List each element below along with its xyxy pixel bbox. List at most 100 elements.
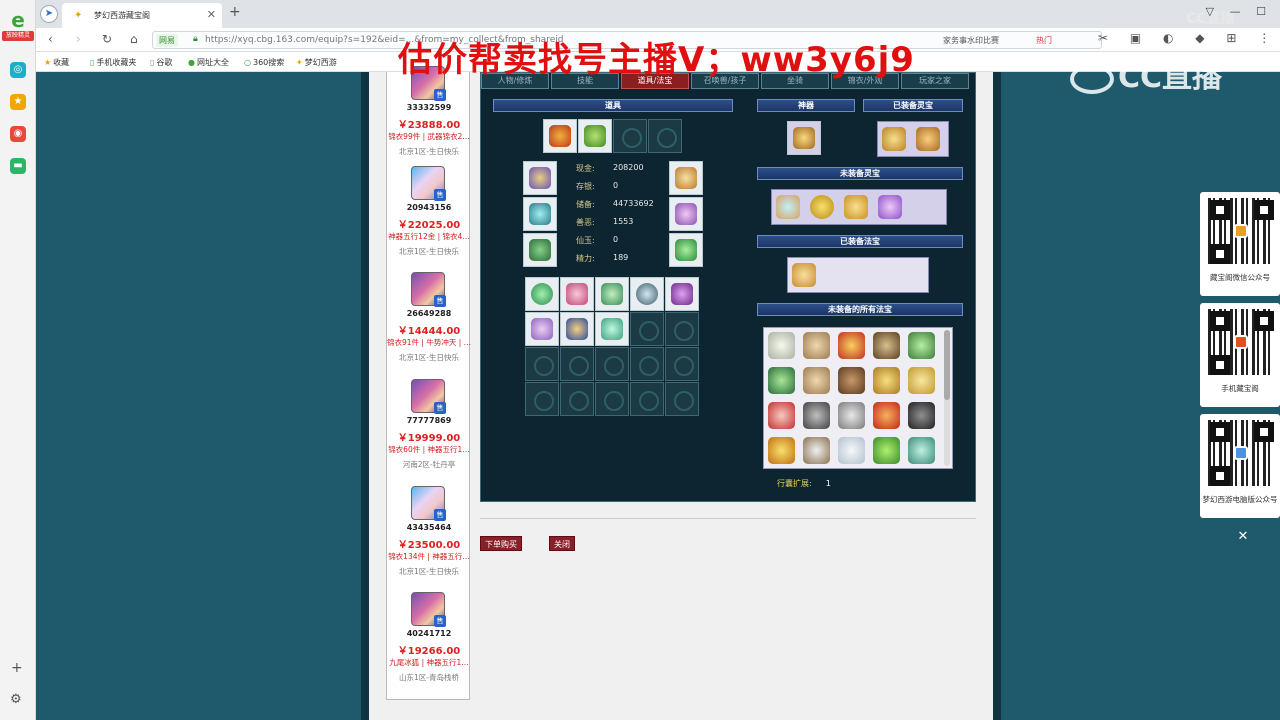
section-equipped-lingbao: 已装备灵宝: [863, 99, 963, 112]
item-slot[interactable]: [578, 119, 612, 153]
fabao-icon[interactable]: [873, 437, 900, 464]
fabao-icon[interactable]: [803, 332, 830, 359]
bookmark-item[interactable]: ● 网址大全: [188, 57, 229, 68]
back-icon[interactable]: ‹: [48, 32, 53, 46]
sidebar-favorites-icon[interactable]: ★: [10, 94, 26, 110]
lingbao-icon[interactable]: [844, 195, 868, 219]
artifact-slot[interactable]: [787, 121, 821, 155]
fabao-icon[interactable]: [768, 402, 795, 429]
inventory-slot[interactable]: [665, 277, 699, 311]
tab-active[interactable]: ✦ 梦幻西游藏宝阁 ✕: [62, 3, 222, 28]
qr-close-icon[interactable]: ✕: [1232, 526, 1254, 548]
fabao-scrollbar[interactable]: [944, 330, 950, 466]
close-button[interactable]: 关闭: [549, 536, 575, 551]
avatar: [411, 486, 446, 521]
new-tab-button[interactable]: +: [229, 4, 241, 20]
inventory-slot[interactable]: [595, 277, 629, 311]
stat-cash: 现金: 208200: [576, 163, 644, 174]
listing-desc[interactable]: 九尾冰狐 | 神器五行1…: [387, 657, 471, 668]
listing-card[interactable]: 26649288 ￥14444.00 锦衣91件 | 牛势冲天 | … 北京1区…: [387, 272, 471, 378]
empty-slot: [630, 382, 664, 416]
sidebar-weibo-icon[interactable]: ◉: [10, 126, 26, 142]
equip-slot-boots[interactable]: [669, 233, 703, 267]
item-slot[interactable]: [543, 119, 577, 153]
fabao-icon[interactable]: [838, 402, 865, 429]
section-all-unequipped-fabao: 未装备的所有法宝: [757, 303, 963, 316]
listing-desc[interactable]: 锦衣60件 | 神器五行1…: [387, 444, 471, 455]
fabao-icon[interactable]: [803, 437, 830, 464]
listing-id: 43435464: [406, 523, 452, 532]
hot-label[interactable]: 热门: [1033, 34, 1055, 47]
window-controls[interactable]: ▽ — ☐: [1206, 5, 1272, 18]
fabao-icon[interactable]: [908, 367, 935, 394]
fabao-icon[interactable]: [838, 437, 865, 464]
fabao-icon[interactable]: [768, 367, 795, 394]
fabao-icon[interactable]: [792, 263, 816, 287]
fabao-icon[interactable]: [838, 367, 865, 394]
lingbao-icon[interactable]: [916, 127, 940, 151]
inventory-slot[interactable]: [560, 277, 594, 311]
fabao-icon[interactable]: [768, 332, 795, 359]
bookmark-item[interactable]: ✦ 梦幻西游: [296, 57, 337, 68]
lingbao-icon[interactable]: [882, 127, 906, 151]
equip-slot-helmet[interactable]: [523, 161, 557, 195]
inventory-slot[interactable]: [525, 277, 559, 311]
equipment-panel: 人物/修炼 技能 道具/法宝 召唤兽/孩子 坐骑 锦衣/外观 玩家之家 道具 现…: [480, 72, 976, 502]
buy-button[interactable]: 下单购买: [480, 536, 522, 551]
stat-label: 储备:: [576, 200, 595, 209]
lingbao-icon[interactable]: [810, 195, 834, 219]
fabao-icon[interactable]: [838, 332, 865, 359]
navigate-icon[interactable]: ➤: [40, 5, 58, 23]
qr-card[interactable]: 梦幻西游电脑版公众号: [1200, 414, 1280, 518]
listing-desc[interactable]: 锦衣91件 | 牛势冲天 | …: [387, 337, 471, 348]
listing-desc[interactable]: 锦衣134件 | 神器五行…: [387, 551, 471, 562]
inventory-slot[interactable]: [630, 277, 664, 311]
home-icon[interactable]: ⌂: [130, 32, 138, 46]
fabao-icon[interactable]: [873, 332, 900, 359]
fabao-icon[interactable]: [908, 332, 935, 359]
fabao-icon[interactable]: [908, 402, 935, 429]
qr-label: 手机藏宝阁: [1221, 384, 1259, 393]
listing-server: 北京1区-生日快乐: [399, 247, 459, 256]
listing-card[interactable]: 77777869 ￥19999.00 锦衣60件 | 神器五行1… 河南2区-牡…: [387, 379, 471, 485]
inventory-slot[interactable]: [560, 312, 594, 346]
inventory-slot[interactable]: [525, 312, 559, 346]
equip-slot-ring[interactable]: [523, 233, 557, 267]
bookmark-item[interactable]: ★ 收藏: [44, 57, 69, 68]
sidebar-settings-icon[interactable]: ⚙: [10, 692, 22, 707]
tab-close-icon[interactable]: ✕: [207, 8, 216, 21]
stat-value: 44733692: [613, 199, 654, 208]
item-icon: [529, 203, 551, 225]
fabao-icon[interactable]: [873, 367, 900, 394]
equip-slot-weapon[interactable]: [523, 197, 557, 231]
bookmark-item[interactable]: ▯ 手机收藏夹: [90, 57, 136, 68]
listing-card[interactable]: 20943156 ￥22025.00 神器五行12金 | 锦衣4… 北京1区-生…: [387, 166, 471, 272]
qr-card[interactable]: 手机藏宝阁: [1200, 303, 1280, 407]
listing-card[interactable]: 43435464 ￥23500.00 锦衣134件 | 神器五行… 北京1区-生…: [387, 486, 471, 592]
search-suggestion[interactable]: 家务事水印比赛: [943, 35, 999, 46]
bookmark-item[interactable]: ○ 360搜索: [244, 57, 284, 68]
listing-card[interactable]: 33332599 ￥23888.00 锦衣99件 | 武器锦衣2… 北京1区-生…: [387, 66, 471, 172]
equip-slot-armor[interactable]: [669, 197, 703, 231]
listing-desc[interactable]: 锦衣99件 | 武器锦衣2…: [387, 131, 471, 142]
reload-icon[interactable]: ↻: [102, 32, 112, 46]
forward-icon[interactable]: ›: [76, 32, 81, 46]
listing-card[interactable]: 40241712 ￥19266.00 九尾冰狐 | 神器五行1… 山东1区-青岛…: [387, 592, 471, 698]
equip-slot-necklace[interactable]: [669, 161, 703, 195]
lingbao-icon[interactable]: [776, 195, 800, 219]
sidebar-game-icon[interactable]: ◎: [10, 62, 26, 78]
fabao-icon[interactable]: [908, 437, 935, 464]
toolbar-icons[interactable]: ✂ ▣ ◐ ◆ ⊞ ⋮: [1098, 31, 1279, 45]
lingbao-icon[interactable]: [878, 195, 902, 219]
fabao-icon[interactable]: [873, 402, 900, 429]
listing-desc[interactable]: 神器五行12金 | 锦衣4…: [387, 231, 471, 242]
fabao-icon[interactable]: [803, 402, 830, 429]
empty-slot: [648, 119, 682, 153]
fabao-icon[interactable]: [803, 367, 830, 394]
inventory-slot[interactable]: [595, 312, 629, 346]
fabao-icon[interactable]: [768, 437, 795, 464]
sidebar-add-icon[interactable]: +: [11, 660, 23, 676]
sidebar-message-icon[interactable]: ▬: [10, 158, 26, 174]
bookmark-item[interactable]: ▯ 谷歌: [150, 57, 172, 68]
qr-card[interactable]: 藏宝阁微信公众号: [1200, 192, 1280, 296]
